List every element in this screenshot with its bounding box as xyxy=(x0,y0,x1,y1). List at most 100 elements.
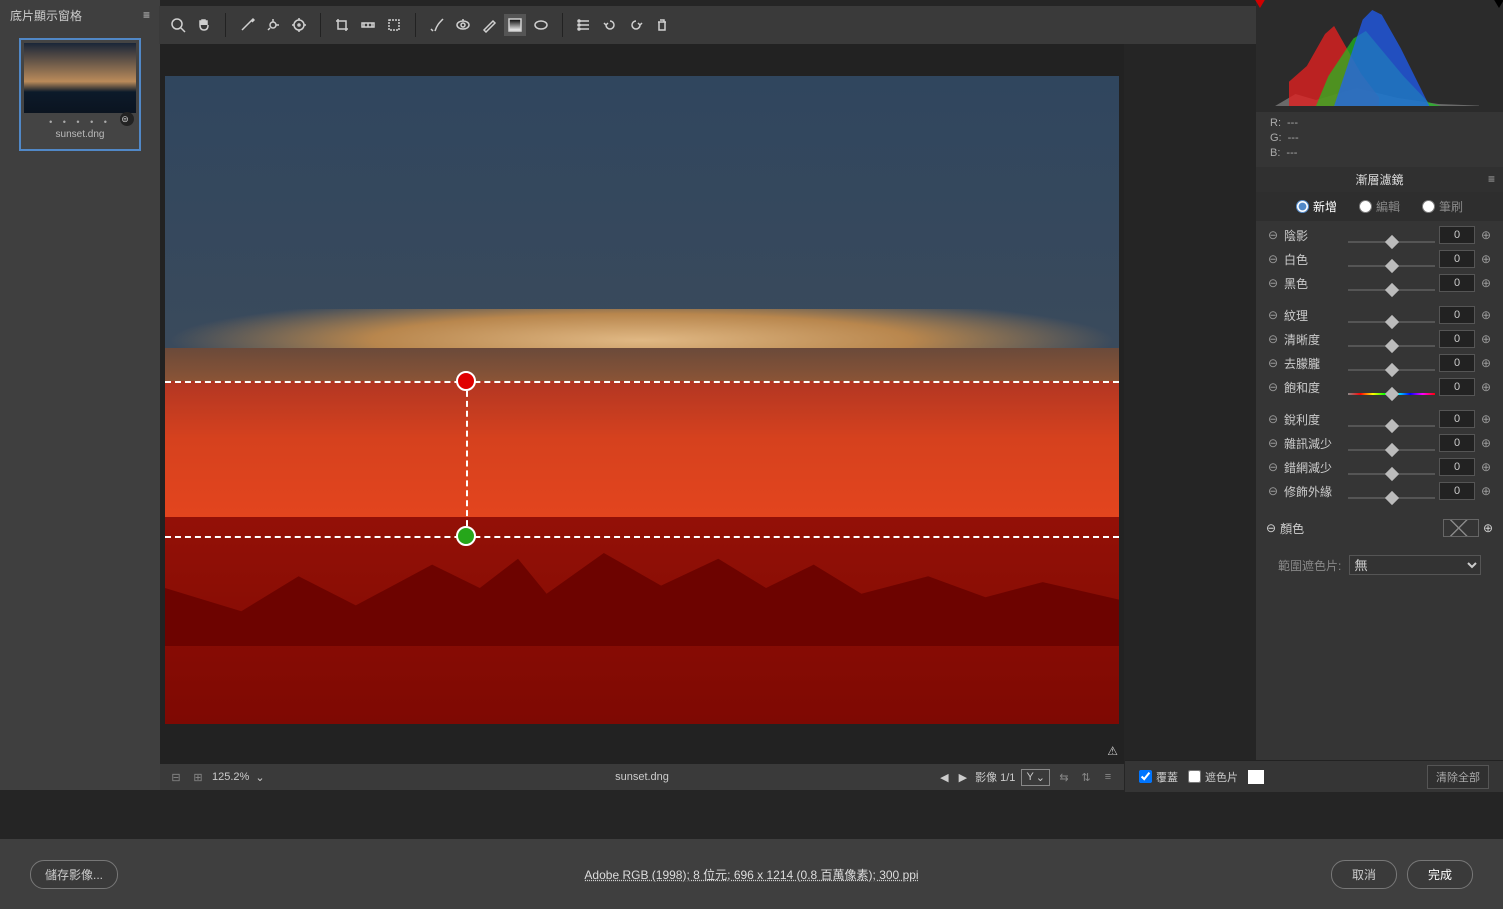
plus-icon[interactable]: ⊕ xyxy=(1479,484,1493,498)
slider-whites[interactable]: ⊖白色⊕ xyxy=(1266,247,1493,271)
value-input[interactable] xyxy=(1439,458,1475,476)
value-input[interactable] xyxy=(1439,410,1475,428)
value-input[interactable] xyxy=(1439,250,1475,268)
plus-icon[interactable]: ⊕ xyxy=(1479,460,1493,474)
panel-bottom-bar: 覆蓋 遮色片 清除全部 xyxy=(1125,760,1503,792)
plus-icon[interactable]: ⊕ xyxy=(1479,332,1493,346)
gradient-connector[interactable] xyxy=(466,381,468,537)
highlight-clipping-indicator[interactable] xyxy=(1493,0,1503,8)
white-balance-tool-icon[interactable] xyxy=(236,14,258,36)
plus-icon[interactable]: ⊕ xyxy=(1479,276,1493,290)
plus-icon[interactable]: ⊕ xyxy=(1479,412,1493,426)
minus-icon[interactable]: ⊖ xyxy=(1266,412,1280,426)
slider-texture[interactable]: ⊖紋理⊕ xyxy=(1266,303,1493,327)
slider-shadows[interactable]: ⊖陰影⊕ xyxy=(1266,223,1493,247)
value-input[interactable] xyxy=(1439,306,1475,324)
gradient-pin-end[interactable] xyxy=(456,526,476,546)
value-input[interactable] xyxy=(1439,330,1475,348)
plus-icon[interactable]: ⊕ xyxy=(1479,252,1493,266)
plus-icon[interactable]: ⊕ xyxy=(1479,308,1493,322)
overlay-checkbox[interactable]: 覆蓋 xyxy=(1139,769,1178,785)
minus-icon[interactable]: ⊖ xyxy=(1266,276,1280,290)
preview-image[interactable] xyxy=(165,76,1119,724)
slider-saturation[interactable]: ⊖飽和度⊕ xyxy=(1266,375,1493,399)
minus-icon[interactable]: ⊖ xyxy=(1266,521,1276,535)
range-mask-select[interactable]: 無 xyxy=(1349,555,1481,575)
plus-icon[interactable]: ⊕ xyxy=(1479,380,1493,394)
image-metadata-link[interactable]: Adobe RGB (1998); 8 位元; 696 x 1214 (0.8 … xyxy=(584,866,918,883)
straighten-tool-icon[interactable] xyxy=(357,14,379,36)
slider-defringe[interactable]: ⊖修飾外緣⊕ xyxy=(1266,479,1493,503)
minus-icon[interactable]: ⊖ xyxy=(1266,380,1280,394)
value-input[interactable] xyxy=(1439,226,1475,244)
presets-icon[interactable] xyxy=(573,14,595,36)
gradient-pin-start[interactable] xyxy=(456,371,476,391)
plus-icon[interactable]: ⊕ xyxy=(1479,356,1493,370)
minus-icon[interactable]: ⊖ xyxy=(1266,356,1280,370)
color-swatch[interactable] xyxy=(1443,519,1479,537)
radial-filter-tool-icon[interactable] xyxy=(530,14,552,36)
fit-plus-icon[interactable]: ⊞ xyxy=(190,769,206,785)
slider-blacks[interactable]: ⊖黑色⊕ xyxy=(1266,271,1493,295)
view-options-icon[interactable]: ≡ xyxy=(1100,769,1116,785)
zoom-dropdown-icon[interactable]: ⌄ xyxy=(255,771,264,784)
graduated-filter-tool-icon[interactable] xyxy=(504,14,526,36)
fit-minus-icon[interactable]: ⊟ xyxy=(168,769,184,785)
crop-tool-icon[interactable] xyxy=(331,14,353,36)
value-input[interactable] xyxy=(1439,434,1475,452)
value-input[interactable] xyxy=(1439,482,1475,500)
image-prev-icon[interactable]: ◀ xyxy=(938,771,950,784)
save-image-button[interactable]: 儲存影像... xyxy=(30,860,118,889)
gradient-line-top[interactable] xyxy=(165,381,1119,383)
trash-icon[interactable] xyxy=(651,14,673,36)
slider-moire-reduction[interactable]: ⊖錯網減少⊕ xyxy=(1266,455,1493,479)
minus-icon[interactable]: ⊖ xyxy=(1266,308,1280,322)
slider-clarity[interactable]: ⊖清晰度⊕ xyxy=(1266,327,1493,351)
value-input[interactable] xyxy=(1439,274,1475,292)
mode-new[interactable]: 新增 xyxy=(1296,198,1337,215)
mode-brush[interactable]: 筆刷 xyxy=(1422,198,1463,215)
image-next-icon[interactable]: ▶ xyxy=(957,771,969,784)
spot-removal-tool-icon[interactable] xyxy=(426,14,448,36)
mask-checkbox[interactable]: 遮色片 xyxy=(1188,769,1238,785)
minus-icon[interactable]: ⊖ xyxy=(1266,460,1280,474)
rotate-ccw-icon[interactable] xyxy=(599,14,621,36)
minus-icon[interactable]: ⊖ xyxy=(1266,332,1280,346)
done-button[interactable]: 完成 xyxy=(1407,860,1473,889)
color-sampler-tool-icon[interactable] xyxy=(262,14,284,36)
compare-toggle[interactable]: Y⌄ xyxy=(1021,769,1050,786)
mode-edit[interactable]: 編輯 xyxy=(1359,198,1400,215)
redeye-tool-icon[interactable] xyxy=(452,14,474,36)
slider-dehaze[interactable]: ⊖去朦朧⊕ xyxy=(1266,351,1493,375)
minus-icon[interactable]: ⊖ xyxy=(1266,484,1280,498)
minus-icon[interactable]: ⊖ xyxy=(1266,228,1280,242)
slider-sharpness[interactable]: ⊖銳利度⊕ xyxy=(1266,407,1493,431)
slider-noise-reduction[interactable]: ⊖雜訊減少⊕ xyxy=(1266,431,1493,455)
plus-icon[interactable]: ⊕ xyxy=(1479,228,1493,242)
filmstrip-thumbnail[interactable]: • • • • • ⊜ sunset.dng xyxy=(19,38,141,151)
thumbnail-settings-badge[interactable]: ⊜ xyxy=(120,112,134,126)
minus-icon[interactable]: ⊖ xyxy=(1266,436,1280,450)
clear-all-button[interactable]: 清除全部 xyxy=(1427,765,1489,789)
adjustment-brush-tool-icon[interactable] xyxy=(478,14,500,36)
zoom-tool-icon[interactable] xyxy=(167,14,189,36)
mask-color-swatch[interactable] xyxy=(1248,770,1264,784)
shadow-clipping-indicator[interactable] xyxy=(1254,0,1266,8)
rotate-cw-icon[interactable] xyxy=(625,14,647,36)
hand-tool-icon[interactable] xyxy=(193,14,215,36)
clipping-warning-icon[interactable]: ⚠ xyxy=(1107,744,1118,758)
copy-settings-icon[interactable]: ⇅ xyxy=(1078,769,1094,785)
plus-icon[interactable]: ⊕ xyxy=(1479,436,1493,450)
targeted-adjustment-tool-icon[interactable] xyxy=(288,14,310,36)
gradient-line-bottom[interactable] xyxy=(165,536,1119,538)
panel-menu-icon[interactable]: ≡ xyxy=(1488,172,1495,186)
value-input[interactable] xyxy=(1439,378,1475,396)
histogram-area[interactable] xyxy=(1256,0,1503,112)
swap-view-icon[interactable]: ⇆ xyxy=(1056,769,1072,785)
transform-tool-icon[interactable] xyxy=(383,14,405,36)
plus-icon[interactable]: ⊕ xyxy=(1483,521,1493,535)
filmstrip-menu-icon[interactable]: ≡ xyxy=(143,8,150,22)
value-input[interactable] xyxy=(1439,354,1475,372)
minus-icon[interactable]: ⊖ xyxy=(1266,252,1280,266)
cancel-button[interactable]: 取消 xyxy=(1331,860,1397,889)
